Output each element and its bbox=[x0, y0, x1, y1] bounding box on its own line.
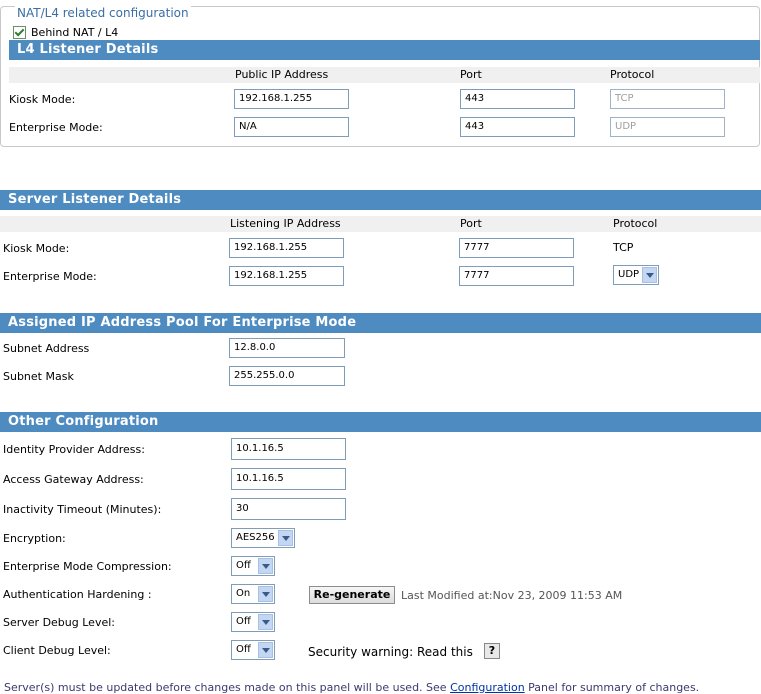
server-col-port: Port bbox=[460, 217, 482, 230]
subnet-mask-label: Subnet Mask bbox=[3, 370, 74, 383]
inactivity-timeout-label: Inactivity Timeout (Minutes): bbox=[3, 503, 162, 516]
footer-text-post: Panel for summary of changes. bbox=[524, 681, 700, 694]
server-debug-select[interactable]: Off bbox=[231, 612, 275, 632]
footer-note: Server(s) must be updated before changes… bbox=[4, 681, 699, 694]
compression-label: Enterprise Mode Compression: bbox=[3, 560, 172, 573]
chevron-down-icon[interactable] bbox=[258, 614, 273, 630]
footer-text-pre: Server(s) must be updated before changes… bbox=[4, 681, 451, 694]
server-enterprise-protocol-value: UDP bbox=[618, 269, 640, 280]
server-debug-value: Off bbox=[236, 616, 251, 627]
server-enterprise-label: Enterprise Mode: bbox=[3, 270, 97, 283]
client-debug-select[interactable]: Off bbox=[231, 640, 275, 660]
l4-col-port: Port bbox=[460, 68, 482, 81]
l4-column-header-row: Public IP Address Port Protocol bbox=[9, 67, 760, 83]
chevron-down-icon[interactable] bbox=[258, 642, 273, 658]
encryption-value: AES256 bbox=[236, 532, 275, 543]
inactivity-timeout-input[interactable]: 30 bbox=[231, 498, 346, 520]
regenerate-button[interactable]: Re-generate bbox=[309, 586, 395, 604]
behind-nat-label: Behind NAT / L4 bbox=[31, 25, 119, 39]
compression-select[interactable]: Off bbox=[231, 556, 275, 576]
l4-col-protocol: Protocol bbox=[610, 68, 655, 81]
server-enterprise-ip-input[interactable]: 192.168.1.255 bbox=[229, 266, 344, 286]
compression-value: Off bbox=[236, 560, 251, 571]
help-icon[interactable]: ? bbox=[484, 643, 500, 659]
subnet-address-input[interactable]: 12.8.0.0 bbox=[229, 338, 345, 358]
chevron-down-icon[interactable] bbox=[258, 558, 273, 574]
subnet-mask-input[interactable]: 255.255.0.0 bbox=[229, 366, 345, 386]
behind-nat-checkbox-row[interactable]: Behind NAT / L4 bbox=[13, 25, 118, 39]
server-col-listening-ip: Listening IP Address bbox=[230, 217, 341, 230]
nat-l4-fieldset: NAT/L4 related configuration Behind NAT … bbox=[0, 6, 760, 147]
subnet-address-label: Subnet Address bbox=[3, 342, 90, 355]
server-enterprise-port-input[interactable]: 7777 bbox=[459, 266, 574, 286]
ip-pool-header: Assigned IP Address Pool For Enterprise … bbox=[0, 313, 761, 333]
l4-enterprise-protocol-input: UDP bbox=[610, 117, 725, 137]
encryption-label: Encryption: bbox=[3, 532, 66, 545]
auth-hardening-select[interactable]: On bbox=[231, 584, 275, 604]
auth-hardening-label: Authentication Hardening : bbox=[3, 588, 152, 601]
server-kiosk-label: Kiosk Mode: bbox=[3, 242, 70, 255]
l4-kiosk-label: Kiosk Mode: bbox=[9, 93, 76, 106]
server-kiosk-ip-input[interactable]: 192.168.1.255 bbox=[229, 238, 344, 258]
chevron-down-icon[interactable] bbox=[278, 530, 293, 546]
client-debug-label: Client Debug Level: bbox=[3, 644, 111, 657]
server-enterprise-protocol-select[interactable]: UDP bbox=[613, 265, 659, 285]
l4-col-public-ip: Public IP Address bbox=[235, 68, 329, 81]
l4-enterprise-port-input[interactable]: 443 bbox=[460, 117, 575, 137]
l4-kiosk-ip-input[interactable]: 192.168.1.255 bbox=[234, 89, 349, 109]
behind-nat-checkbox[interactable] bbox=[13, 25, 26, 39]
server-listener-header: Server Listener Details bbox=[0, 190, 761, 210]
client-debug-value: Off bbox=[236, 644, 251, 655]
l4-kiosk-port-input[interactable]: 443 bbox=[460, 89, 575, 109]
configuration-link[interactable]: Configuration bbox=[450, 681, 525, 694]
ag-address-input[interactable]: 10.1.16.5 bbox=[231, 468, 346, 490]
server-kiosk-port-input[interactable]: 7777 bbox=[459, 238, 574, 258]
security-warning-text: Security warning: Read this bbox=[308, 645, 473, 659]
other-config-header: Other Configuration bbox=[0, 412, 761, 432]
last-modified-text: Last Modified at:Nov 23, 2009 11:53 AM bbox=[401, 589, 623, 602]
chevron-down-icon[interactable] bbox=[642, 267, 657, 283]
server-debug-label: Server Debug Level: bbox=[3, 616, 115, 629]
server-col-protocol: Protocol bbox=[613, 217, 658, 230]
l4-enterprise-ip-input[interactable]: N/A bbox=[234, 117, 349, 137]
l4-listener-header: L4 Listener Details bbox=[9, 40, 760, 60]
idp-address-label: Identity Provider Address: bbox=[3, 443, 145, 456]
nat-l4-legend: NAT/L4 related configuration bbox=[15, 6, 191, 20]
ag-address-label: Access Gateway Address: bbox=[3, 473, 144, 486]
l4-enterprise-label: Enterprise Mode: bbox=[9, 121, 103, 134]
l4-kiosk-protocol-input: TCP bbox=[610, 89, 725, 109]
idp-address-input[interactable]: 10.1.16.5 bbox=[231, 438, 346, 460]
encryption-select[interactable]: AES256 bbox=[231, 528, 295, 548]
chevron-down-icon[interactable] bbox=[258, 586, 273, 602]
auth-hardening-value: On bbox=[236, 588, 251, 599]
server-column-header-row: Listening IP Address Port Protocol bbox=[0, 216, 761, 232]
server-kiosk-protocol: TCP bbox=[613, 241, 634, 254]
